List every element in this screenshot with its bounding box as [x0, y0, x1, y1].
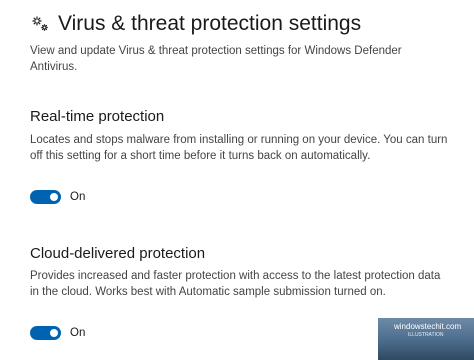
settings-page: Virus & threat protection settings View … — [0, 0, 474, 360]
realtime-protection-toggle-row: On — [30, 190, 85, 204]
cloud-protection-toggle[interactable] — [30, 326, 61, 340]
realtime-protection-toggle[interactable] — [30, 190, 61, 204]
section-title-realtime: Real-time protection — [30, 108, 165, 125]
watermark-text: windowstechit.com — [394, 322, 462, 331]
section-description-cloud: Provides increased and faster protection… — [30, 270, 441, 298]
section-title-cloud: Cloud-delivered protection — [30, 245, 206, 262]
toggle-knob — [50, 193, 58, 201]
watermark: windowstechit.com ILLUSTRATION — [378, 318, 474, 360]
cloud-protection-toggle-row: On — [30, 326, 85, 340]
watermark-subtext: ILLUSTRATION — [408, 332, 444, 338]
section-description-realtime: Locates and stops malware from installin… — [30, 134, 448, 162]
page-title: Virus & threat protection settings — [58, 12, 362, 35]
toggle-state-label: On — [70, 327, 86, 339]
page-description: View and update Virus & threat protectio… — [30, 45, 402, 73]
page-header: Virus & threat protection settings — [30, 12, 361, 36]
toggle-knob — [50, 329, 58, 337]
gear-icon — [32, 16, 48, 31]
toggle-state-label: On — [70, 191, 86, 203]
